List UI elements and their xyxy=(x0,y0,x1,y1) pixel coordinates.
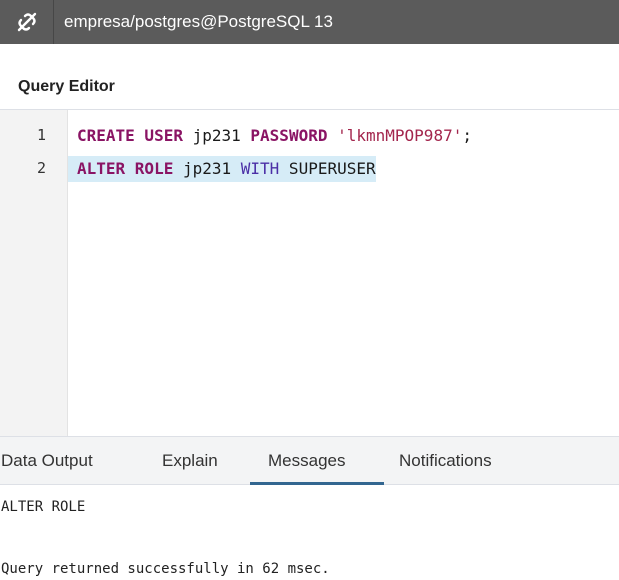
code-token-keyword: PASSWORD xyxy=(250,126,328,145)
message-result: ALTER ROLE xyxy=(1,499,86,515)
tab-explain[interactable]: Explain xyxy=(162,437,218,484)
line-number: 2 xyxy=(36,159,46,177)
line-number-gutter: 1 2 xyxy=(0,110,68,436)
message-status: Query returned successfully in 62 msec. xyxy=(1,561,330,577)
connection-icon[interactable] xyxy=(0,0,54,44)
code-token-ident: SUPERUSER xyxy=(279,159,376,178)
code-token-keyword: ALTER ROLE xyxy=(77,159,174,178)
code-token-ident: ; xyxy=(462,126,472,145)
code-line-active[interactable]: ALTER ROLE jp231 WITH SUPERUSER xyxy=(68,156,376,182)
tab-data-output[interactable]: Data Output xyxy=(1,437,93,484)
connection-title[interactable]: empresa/postgres@PostgreSQL 13 xyxy=(54,12,333,32)
line-number: 1 xyxy=(36,126,46,144)
messages-panel: ALTER ROLE Query returned successfully i… xyxy=(0,485,619,580)
code-editor[interactable]: 1 2 CREATE USER jp231 PASSWORD 'lkmnMPOP… xyxy=(0,110,619,436)
code-token-ident: jp231 xyxy=(182,126,251,145)
code-token-keyword2: WITH xyxy=(240,159,280,178)
query-editor-header: Query Editor xyxy=(0,44,619,110)
code-token-string: 'lkmnMPOP987' xyxy=(337,126,463,145)
query-editor-title: Query Editor xyxy=(18,78,115,95)
code-token-ident xyxy=(327,126,337,145)
output-tabs: Data Output Explain Messages Notificatio… xyxy=(0,436,619,485)
code-token-keyword: CREATE USER xyxy=(77,126,183,145)
tab-notifications[interactable]: Notifications xyxy=(399,437,492,484)
connection-bar: empresa/postgres@PostgreSQL 13 xyxy=(0,0,619,44)
code-token-ident: jp231 xyxy=(173,159,241,178)
tab-messages[interactable]: Messages xyxy=(268,437,345,484)
code-line[interactable]: CREATE USER jp231 PASSWORD 'lkmnMPOP987'… xyxy=(68,123,472,149)
